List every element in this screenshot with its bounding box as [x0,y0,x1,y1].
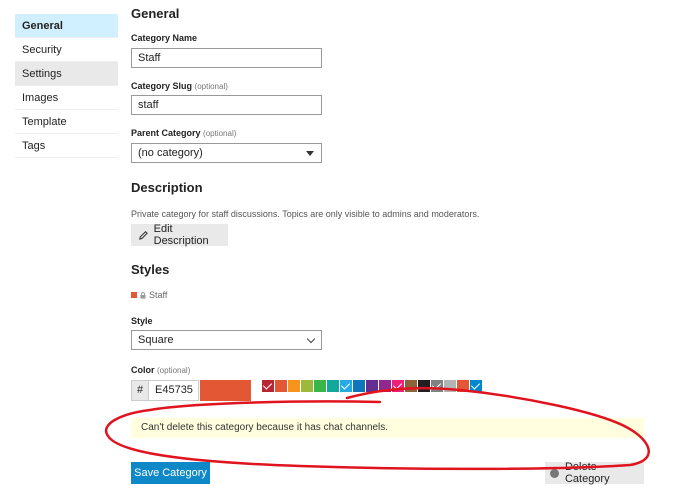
color-label: Color (optional) [131,365,190,375]
category-slug-label: Category Slug (optional) [131,81,228,91]
color-swatch[interactable] [470,380,482,392]
sidebar-item-images[interactable]: Images [15,86,118,110]
style-select[interactable]: Square [131,330,322,350]
category-badge-name: Staff [149,290,168,300]
color-optional: (optional) [157,366,191,375]
parent-category-optional: (optional) [203,129,237,138]
color-swatch[interactable] [405,380,417,392]
pencil-icon [139,230,148,240]
color-swatches [262,380,482,392]
color-swatch[interactable] [314,380,326,392]
sidebar-item-settings[interactable]: Settings [15,62,118,86]
category-sidebar: General Security Settings Images Templat… [15,14,118,158]
color-swatch[interactable] [366,380,378,392]
edit-description-button[interactable]: Edit Description [131,223,228,247]
delete-category-label: Delete Category [564,461,610,485]
sidebar-item-general[interactable]: General [15,14,118,38]
color-label-text: Color [131,365,155,375]
category-slug-input[interactable]: staff [131,95,322,115]
delete-category-button[interactable]: Delete Category [545,461,644,485]
general-heading: General [131,6,180,21]
category-name-input[interactable]: Staff [131,48,322,68]
parent-category-label-text: Parent Category [131,128,201,138]
sidebar-item-tags[interactable]: Tags [15,134,118,158]
color-swatch[interactable] [327,380,339,392]
color-swatch[interactable] [353,380,365,392]
color-swatch[interactable] [392,380,404,392]
save-category-button[interactable]: Save Category [131,462,210,484]
color-preview[interactable] [200,380,251,401]
description-heading: Description [131,180,203,195]
color-swatch[interactable] [418,380,430,392]
styles-heading: Styles [131,262,170,277]
color-swatch[interactable] [340,380,352,392]
color-swatch[interactable] [457,380,469,392]
color-hash-prefix: # [131,380,149,401]
sidebar-item-template[interactable]: Template [15,110,118,134]
badge-color-square [131,292,137,298]
parent-category-label: Parent Category (optional) [131,128,236,138]
color-swatch[interactable] [301,380,313,392]
color-swatch[interactable] [288,380,300,392]
color-hex-input[interactable]: E45735 [148,380,199,401]
category-name-label: Category Name [131,33,198,43]
category-slug-label-text: Category Slug [131,81,193,91]
delete-icon [550,468,559,478]
color-swatch[interactable] [379,380,391,392]
style-label: Style [131,316,153,326]
edit-description-label: Edit Description [153,223,209,247]
parent-category-select[interactable]: (no category) [131,143,322,163]
color-swatch[interactable] [444,380,456,392]
color-swatch[interactable] [275,380,287,392]
lock-icon [140,291,146,299]
sidebar-item-security[interactable]: Security [15,38,118,62]
color-swatch[interactable] [431,380,443,392]
cannot-delete-notice: Can't delete this category because it ha… [131,418,644,438]
category-slug-optional: (optional) [194,82,228,91]
description-text: Private category for staff discussions. … [131,209,480,219]
category-badge-preview: Staff [131,290,167,300]
color-swatch[interactable] [262,380,274,392]
